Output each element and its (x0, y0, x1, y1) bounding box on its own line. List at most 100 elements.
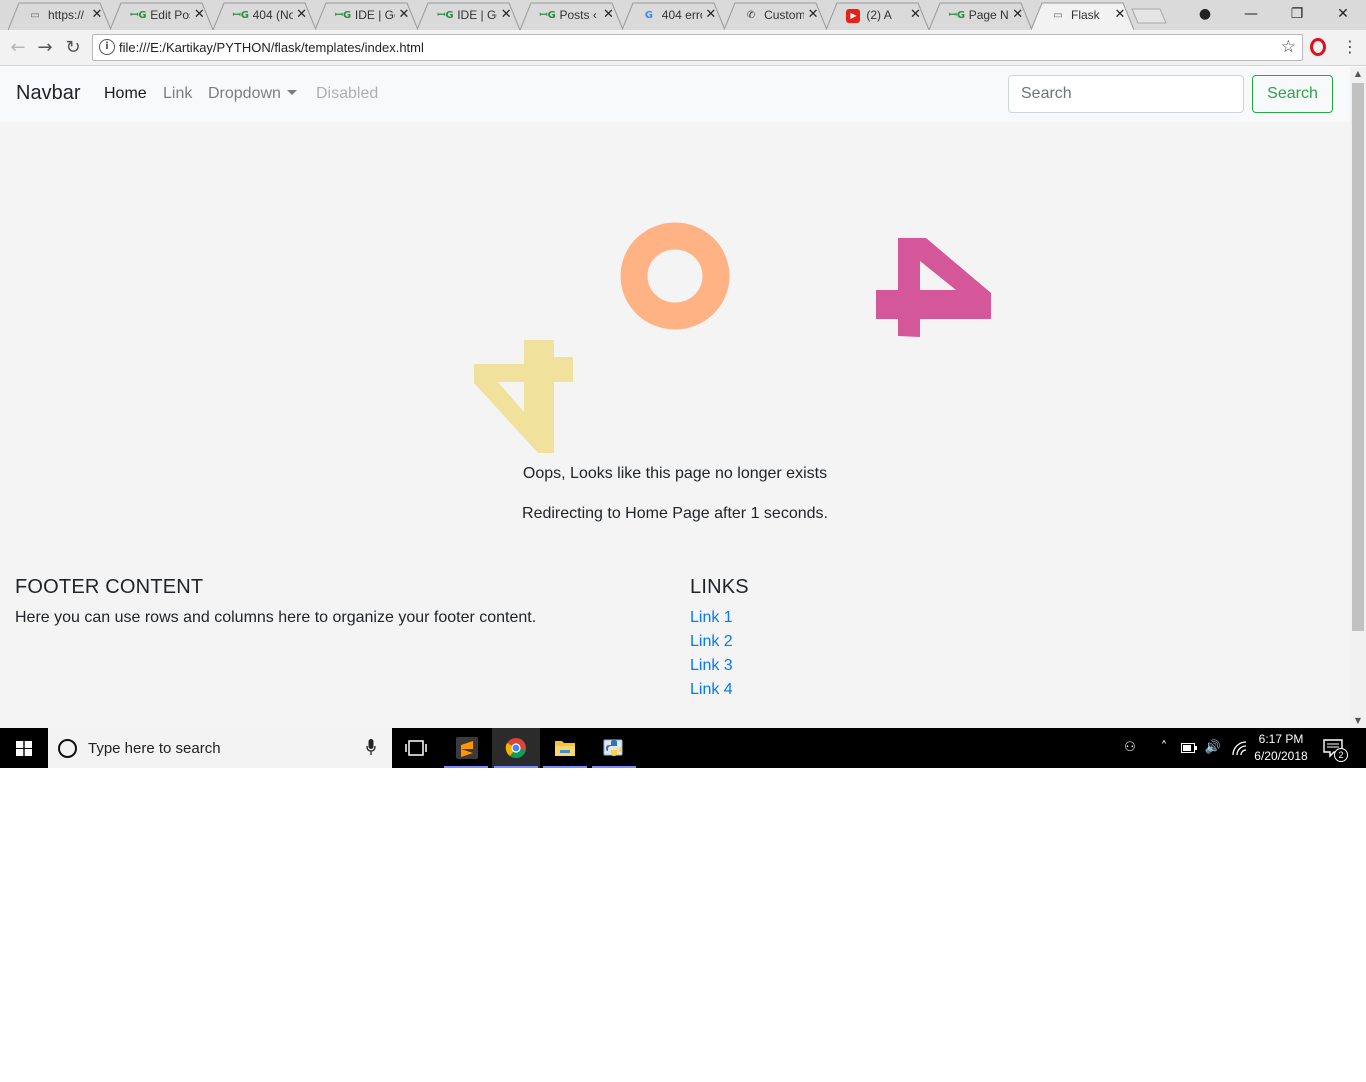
gfg-icon: ꟷG (437, 10, 454, 21)
navbar-brand[interactable]: Navbar (16, 82, 80, 105)
running-indicator (444, 766, 488, 768)
taskbar-search-box[interactable]: Type here to search (48, 728, 392, 768)
windows-taskbar: Type here to search ⚇ ˄ 🔊 6:17 PM 6/20/2… (0, 728, 1366, 768)
tab-close-icon[interactable]: ✕ (90, 7, 104, 23)
opera-extension-icon[interactable] (1310, 38, 1326, 56)
minimize-button[interactable]: — (1228, 0, 1274, 28)
browser-tab[interactable]: ꟷGIDE | Ge✕ (314, 2, 418, 30)
browser-tab[interactable]: ✆ Custom ✕ (724, 2, 828, 30)
browser-tab-title: https:// (48, 8, 85, 22)
taskbar-file-explorer[interactable] (541, 728, 589, 768)
task-view-button[interactable] (392, 728, 440, 768)
profile-icon[interactable]: ● (1182, 0, 1228, 28)
browser-toolbar: ← → ↻ i file:///E:/Kartikay/PYTHON/flask… (0, 30, 1366, 66)
running-indicator (494, 766, 538, 768)
taskbar-clock-date[interactable]: 6/20/2018 (1252, 749, 1310, 763)
page-scrollbar[interactable]: ▲ ▼ (1350, 67, 1366, 728)
browser-tab-title: Edit Post (150, 8, 190, 22)
digit-four-right (876, 238, 991, 337)
new-tab-button[interactable] (1128, 8, 1168, 24)
tab-close-icon[interactable]: ✕ (602, 7, 616, 23)
search-input[interactable] (1008, 75, 1244, 113)
browser-tab[interactable]: ꟷGEdit Post✕ (110, 2, 214, 30)
nav-link-disabled: Disabled (316, 85, 379, 102)
browser-tab[interactable]: ꟷGPosts ‹ G✕ (519, 2, 623, 30)
tab-close-icon[interactable]: ✕ (295, 7, 309, 23)
scroll-thumb[interactable] (1352, 83, 1364, 631)
tab-close-icon[interactable]: ✕ (1011, 7, 1025, 23)
search-button[interactable]: Search (1252, 75, 1333, 113)
browser-tab-title: Posts ‹ G (559, 8, 600, 22)
browser-tab-title: (2) A (866, 8, 892, 22)
gfg-icon: ꟷG (539, 10, 556, 21)
tab-close-icon[interactable]: ✕ (192, 7, 206, 23)
page-viewport: Navbar Home Link Dropdown Disabled Searc… (0, 67, 1350, 728)
browser-tab-title: Custom (764, 8, 805, 22)
browser-tab-title: IDE | Ge (457, 8, 497, 22)
footer-link-1[interactable]: Link 1 (690, 609, 733, 627)
bookmark-star-icon[interactable]: ☆ (1281, 37, 1296, 57)
browser-tab-title: Page No (968, 8, 1009, 22)
scroll-down-arrow-icon[interactable]: ▼ (1350, 714, 1366, 728)
show-hidden-icons-chevron-icon[interactable]: ˄ (1155, 728, 1173, 768)
gfg-icon: ꟷG (232, 10, 249, 21)
nav-dropdown[interactable]: Dropdown (208, 85, 297, 103)
running-indicator (543, 766, 587, 768)
error-message: Oops, Looks like this page no longer exi… (522, 465, 828, 482)
chrome-menu-icon[interactable]: ⋮ (1342, 36, 1358, 58)
tab-close-icon[interactable]: ✕ (704, 7, 718, 23)
sublime-text-icon (456, 737, 478, 759)
browser-tab-strip: ▭https://✕ꟷGEdit Post✕ꟷG404 (Not✕ꟷGIDE |… (0, 0, 1366, 30)
taskbar-search-placeholder: Type here to search (88, 740, 221, 757)
task-view-icon (405, 740, 427, 756)
tab-close-icon[interactable]: ✕ (397, 7, 411, 23)
page-icon: ▭ (30, 10, 40, 21)
browser-tab-title: 404 erro (661, 8, 702, 22)
reload-icon[interactable]: ↻ (61, 36, 85, 60)
browser-tab[interactable]: G 404 erro✕ (621, 2, 725, 30)
volume-icon[interactable]: 🔊 (1202, 728, 1224, 768)
tab-close-icon[interactable]: ✕ (499, 7, 513, 23)
taskbar-sublime-text[interactable] (442, 728, 490, 768)
footer-link-2[interactable]: Link 2 (690, 633, 733, 651)
restore-button[interactable]: ❐ (1274, 0, 1320, 28)
battery-icon[interactable] (1178, 728, 1200, 768)
wifi-icon[interactable] (1228, 728, 1250, 768)
phone-icon: ✆ (746, 10, 756, 21)
people-icon[interactable]: ⚇ (1118, 728, 1142, 768)
nav-link-link[interactable]: Link (163, 85, 192, 103)
browser-tab[interactable]: ꟷG404 (Not✕ (212, 2, 316, 30)
info-icon[interactable]: i (99, 39, 115, 55)
browser-tab[interactable]: ꟷGIDE | Ge✕ (417, 2, 521, 30)
browser-tab[interactable]: ▶ (2) A ✕ (826, 2, 930, 30)
taskbar-clock-time[interactable]: 6:17 PM (1256, 732, 1306, 746)
browser-tab[interactable]: ▭ https:// ✕ (8, 2, 111, 30)
notification-count-badge: 2 (1334, 748, 1348, 762)
scroll-up-arrow-icon[interactable]: ▲ (1350, 67, 1366, 81)
footer-links-heading: LINKS (690, 576, 749, 598)
tab-close-icon[interactable]: ✕ (908, 7, 922, 23)
gfg-icon: ꟷG (130, 10, 147, 21)
google-icon: G (644, 10, 653, 21)
back-arrow-icon[interactable]: ← (6, 36, 30, 60)
microphone-icon[interactable] (366, 739, 376, 756)
nav-link-home[interactable]: Home (104, 85, 147, 103)
page-icon: ▭ (1053, 10, 1063, 21)
address-bar[interactable]: i file:///E:/Kartikay/PYTHON/flask/templ… (92, 34, 1303, 61)
address-url[interactable]: file:///E:/Kartikay/PYTHON/flask/templat… (119, 40, 424, 55)
footer-link-4[interactable]: Link 4 (690, 681, 733, 699)
taskbar-python-idle[interactable] (590, 728, 638, 768)
footer-link-3[interactable]: Link 3 (690, 657, 733, 675)
nav-dropdown-label: Dropdown (208, 85, 281, 102)
caret-down-icon (286, 90, 297, 95)
taskbar-chrome[interactable] (492, 728, 540, 768)
tab-close-icon[interactable]: ✕ (806, 7, 820, 23)
windows-logo-icon (16, 741, 32, 756)
running-indicator (592, 766, 636, 768)
tab-close-icon[interactable]: ✕ (1113, 7, 1127, 23)
start-button[interactable] (0, 728, 48, 768)
forward-arrow-icon[interactable]: → (33, 36, 57, 60)
browser-tab[interactable]: ▭ Flask ✕ (1031, 2, 1134, 30)
browser-tab[interactable]: ꟷGPage No✕ (928, 2, 1032, 30)
close-window-button[interactable]: ✕ (1320, 0, 1366, 28)
